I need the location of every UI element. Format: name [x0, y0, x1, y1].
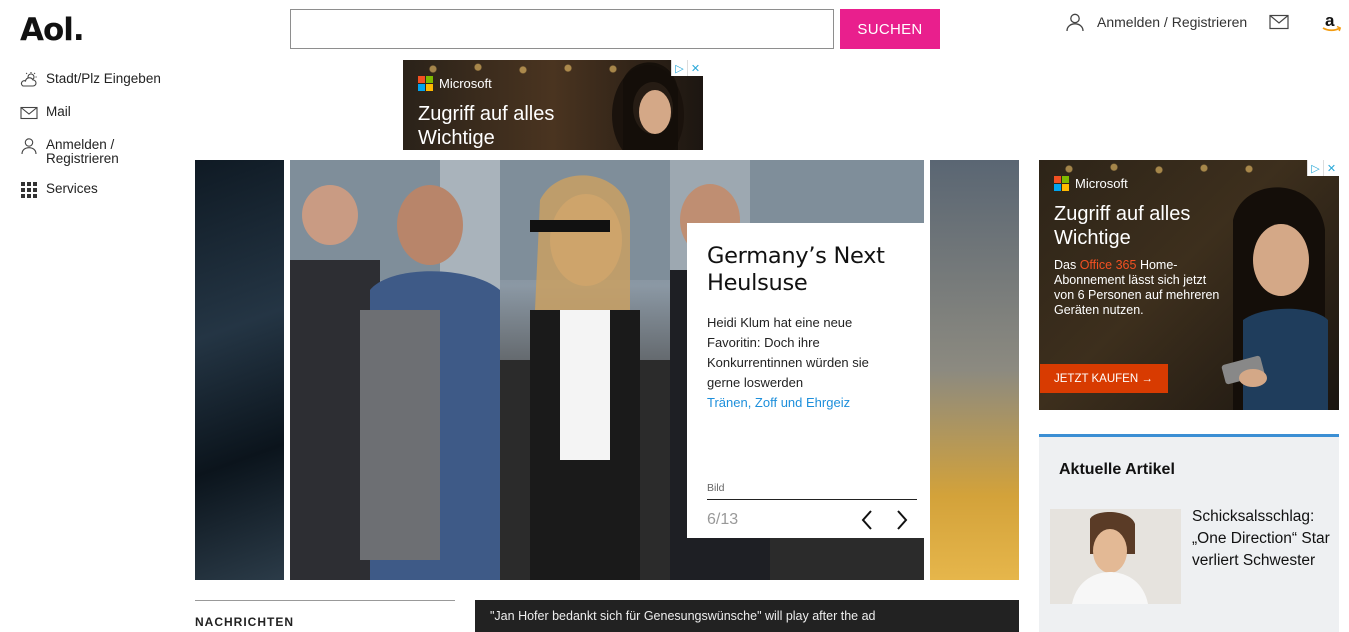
sidebar-item-label: Anmelden / Registrieren [46, 137, 119, 166]
sidebar-item-login[interactable]: Anmelden / Registrieren [20, 138, 180, 166]
article-thumbnail[interactable] [1050, 509, 1181, 604]
aktuelle-artikel-panel: Aktuelle Artikel Schicksalsschlag: „One … [1039, 434, 1339, 632]
adchoices-icon[interactable]: ▷ [671, 60, 687, 76]
ad-headline: Zugriff auf alles Wichtige [1054, 203, 1191, 249]
ad-brand: Microsoft [418, 76, 492, 91]
slide-title[interactable]: Germany’s Next Heulsuse [707, 243, 904, 297]
video-notice-bar[interactable]: "Jan Hofer bedankt sich für Genesungswün… [475, 600, 1019, 632]
divider [707, 499, 917, 500]
sidebar-item-label: Mail [46, 104, 71, 119]
slide-prev-preview[interactable] [195, 160, 284, 580]
slideshow-caption-card: Germany’s Next Heulsuse Heidi Klum hat e… [687, 223, 924, 538]
weather-icon [20, 72, 37, 87]
ad-body: Das Office 365 Home-Abonnement lässt sic… [1054, 258, 1224, 318]
sidebar-item-services[interactable]: Services [20, 182, 180, 199]
nachrichten-heading: NACHRICHTEN [195, 615, 294, 629]
mail-icon [20, 106, 38, 120]
ad-choices[interactable]: ▷ ✕ [671, 60, 703, 76]
amazon-icon[interactable]: a [1321, 11, 1343, 33]
account-bar: Anmelden / Registrieren a [1065, 11, 1343, 33]
adchoices-icon[interactable]: ▷ [1307, 160, 1323, 176]
article-title[interactable]: Schicksalsschlag: „One Direction“ Star v… [1192, 506, 1332, 572]
aol-logo[interactable]: Aol. [20, 12, 85, 48]
ad-woman-image [1221, 187, 1328, 410]
ad-brand-label: Microsoft [439, 76, 492, 91]
ad-body-text: Das [1054, 258, 1080, 272]
sidebar-item-weather[interactable]: Stadt/Plz Eingeben [20, 72, 180, 89]
ad-body-highlight: Office 365 [1079, 258, 1137, 272]
ad-headline: Zugriff auf alles Wichtige [418, 103, 555, 149]
user-icon [21, 138, 37, 155]
mail-icon[interactable] [1269, 14, 1289, 30]
chevron-right-icon[interactable] [893, 508, 911, 532]
close-icon[interactable]: ✕ [687, 60, 703, 76]
chevron-left-icon[interactable] [858, 508, 876, 532]
ad-brand-label: Microsoft [1075, 176, 1128, 191]
ad-choices[interactable]: ▷ ✕ [1307, 160, 1339, 176]
svg-text:a: a [1325, 11, 1335, 30]
slide-description: Heidi Klum hat eine neue Favoritin: Doch… [707, 315, 869, 390]
search-input[interactable] [290, 9, 834, 49]
divider [195, 600, 455, 601]
user-icon[interactable] [1065, 12, 1085, 32]
slide-next-preview[interactable] [930, 160, 1019, 580]
ad-banner-top[interactable]: Microsoft Zugriff auf alles Wichtige ▷ ✕ [403, 60, 703, 150]
ad-brand: Microsoft [1054, 176, 1128, 191]
grid-icon [21, 182, 37, 198]
close-icon[interactable]: ✕ [1323, 160, 1339, 176]
slide-category: Bild [707, 482, 725, 494]
sidebar-nav: Stadt/Plz Eingeben Mail Anmelden / Regis… [20, 72, 180, 215]
microsoft-logo-icon [418, 76, 433, 91]
slide-link[interactable]: Tränen, Zoff und Ehrgeiz [707, 393, 904, 413]
ad-cta-button[interactable]: JETZT KAUFEN → [1040, 364, 1168, 393]
login-register-link[interactable]: Anmelden / Registrieren [1097, 14, 1247, 30]
ad-banner-right[interactable]: Microsoft Zugriff auf alles Wichtige Das… [1039, 160, 1339, 410]
section-heading: Aktuelle Artikel [1059, 461, 1175, 478]
slide-counter: 6/13 [707, 511, 739, 528]
sidebar-item-label: Stadt/Plz Eingeben [46, 71, 161, 86]
article-photo [1050, 509, 1181, 604]
sidebar-item-label: Services [46, 181, 98, 196]
microsoft-logo-icon [1054, 176, 1069, 191]
search-button[interactable]: SUCHEN [840, 9, 940, 49]
sidebar-item-mail[interactable]: Mail [20, 105, 180, 122]
